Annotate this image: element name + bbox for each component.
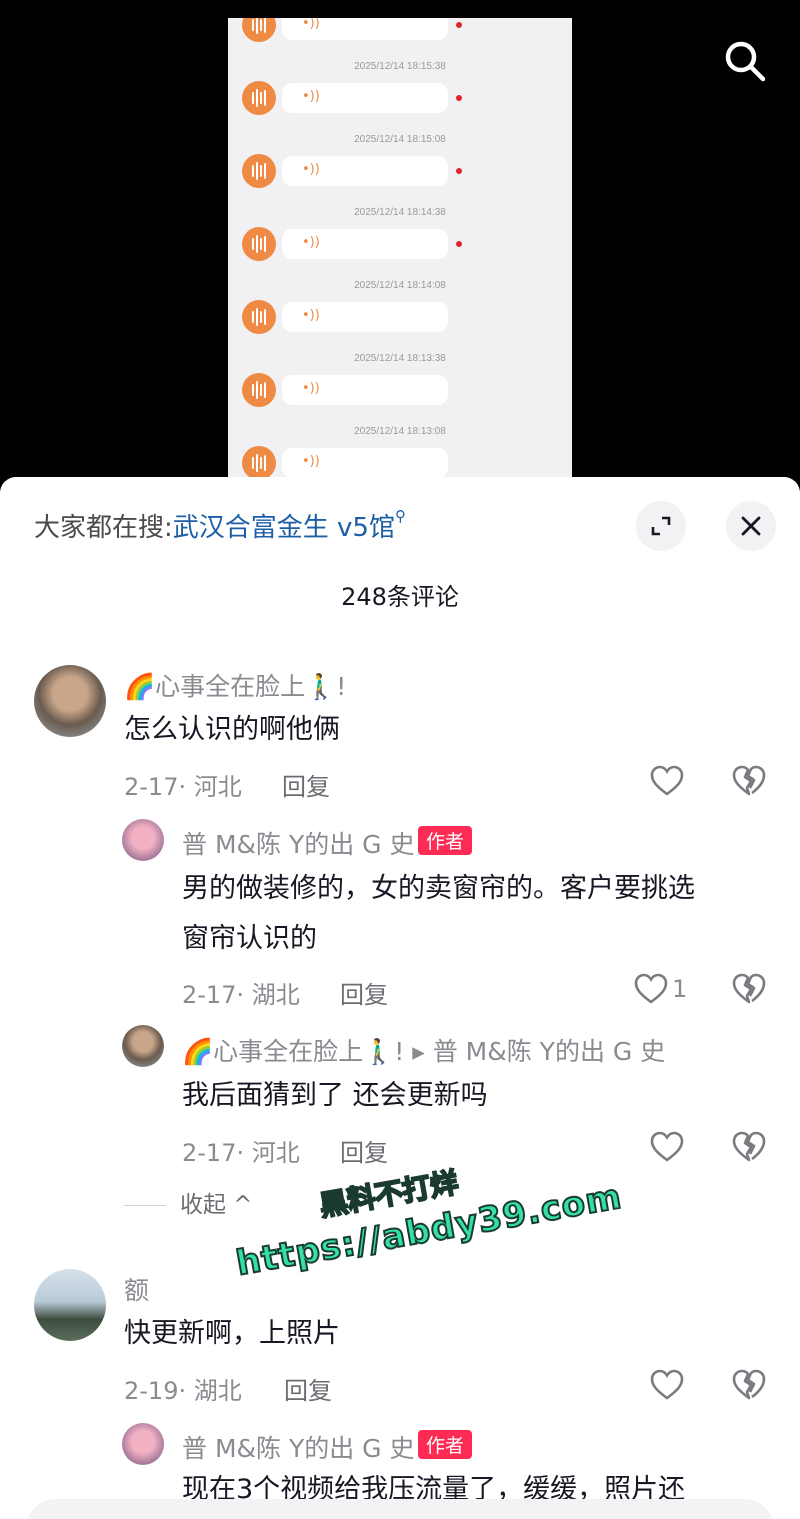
comment-date-location: 2-17· 河北 — [182, 1139, 300, 1167]
close-button[interactable] — [726, 501, 776, 551]
comment-text: 男的做装修的，女的卖窗帘的。客户要挑选 — [182, 873, 695, 904]
heart-icon[interactable] — [650, 1369, 684, 1401]
close-icon — [741, 516, 761, 536]
search-button[interactable] — [722, 38, 768, 84]
avatar[interactable] — [34, 1269, 106, 1341]
trending-keyword[interactable]: 武汉合富金生 v5馆 — [173, 513, 395, 543]
author-badge: 作者 — [418, 826, 473, 855]
search-icon — [725, 41, 766, 82]
heart-icon[interactable] — [650, 1131, 684, 1163]
message-timestamp: 2025/12/14 18:13:38 — [354, 353, 446, 364]
avatar[interactable] — [34, 665, 106, 737]
avatar[interactable] — [122, 819, 164, 861]
sound-wave-icon: •)) — [302, 235, 320, 250]
heart-icon[interactable] — [650, 765, 684, 797]
voice-avatar-icon — [242, 18, 276, 42]
voice-message: 2025/12/14 18:14:38 •)) — [228, 207, 572, 280]
comment-username[interactable]: 普 M&陈 Y的出 G 史 — [182, 825, 415, 861]
voice-avatar-icon — [242, 227, 276, 261]
voice-avatar-icon — [242, 373, 276, 407]
sound-wave-icon: •)) — [302, 18, 320, 31]
unread-dot — [456, 168, 462, 174]
message-timestamp: 2025/12/14 18:15:38 — [354, 61, 446, 72]
comment-username[interactable]: 普 M&陈 Y的出 G 史 — [182, 1429, 415, 1465]
unread-dot — [456, 95, 462, 101]
avatar[interactable] — [122, 1423, 164, 1465]
small-search-icon: ⚲ — [394, 507, 406, 525]
comment-username[interactable]: 额 — [124, 1271, 149, 1307]
comment-input-bar[interactable] — [26, 1499, 774, 1519]
broken-heart-icon[interactable] — [732, 1368, 766, 1402]
message-timestamp: 2025/12/14 18:14:38 — [354, 207, 446, 218]
heart-icon[interactable] — [634, 973, 668, 1005]
comment-text: 快更新啊，上照片 — [124, 1318, 340, 1349]
reply-button[interactable]: 回复 — [340, 1133, 388, 1168]
broken-heart-icon[interactable] — [732, 764, 766, 798]
voice-message: 2025/12/14 18:15:38 •)) — [228, 61, 572, 134]
voice-bubble: •)) — [282, 18, 448, 40]
voice-avatar-icon — [242, 300, 276, 334]
trending-search-bar[interactable]: 大家都在搜:武汉合富金生 v5馆⚲ — [34, 507, 406, 544]
sound-wave-icon: •)) — [302, 381, 320, 396]
voice-bubble: •)) — [282, 375, 448, 405]
voice-bubble: •)) — [282, 302, 448, 332]
voice-avatar-icon — [242, 446, 276, 480]
reply-button[interactable]: 回复 — [284, 1371, 332, 1406]
comment-panel: 大家都在搜:武汉合富金生 v5馆⚲ 248条评论 🌈心事全在脸上🚶‍♂️! 怎么… — [0, 477, 800, 1519]
comment-date-location: 2-17· 河北 — [124, 773, 242, 801]
trending-label: 大家都在搜: — [34, 513, 173, 543]
sound-wave-icon: •)) — [302, 308, 320, 323]
voice-avatar-icon — [242, 154, 276, 188]
like-count: 1 — [672, 975, 688, 1003]
message-timestamp: 2025/12/14 18:13:08 — [354, 426, 446, 437]
unread-dot — [456, 22, 462, 28]
voice-bubble: •)) — [282, 229, 448, 259]
expand-icon — [651, 516, 671, 536]
comment-text-continued: 窗帘认识的 — [182, 923, 317, 954]
voice-bubble: •)) — [282, 83, 448, 113]
comment-text: 怎么认识的啊他俩 — [124, 714, 340, 745]
broken-heart-icon[interactable] — [732, 972, 766, 1006]
comment-text: 我后面猜到了 还会更新吗 — [182, 1080, 488, 1111]
voice-message: 2025/12/14 18:15:08 •)) — [228, 134, 572, 207]
sound-wave-icon: •)) — [302, 162, 320, 177]
reply-button[interactable]: 回复 — [282, 767, 330, 802]
unread-dot — [456, 241, 462, 247]
chat-screenshot: •)) 2025/12/14 18:15:38 •)) 2025/12/14 1… — [228, 18, 572, 488]
voice-bubble: •)) — [282, 448, 448, 478]
reply-button[interactable]: 回复 — [340, 975, 388, 1010]
voice-message: 2025/12/14 18:14:08 •)) — [228, 280, 572, 353]
comment-username[interactable]: 🌈心事全在脸上🚶‍♂️! — [124, 667, 346, 703]
voice-message: •)) — [228, 18, 572, 61]
broken-heart-icon[interactable] — [732, 1130, 766, 1164]
sound-wave-icon: •)) — [302, 454, 320, 469]
comment-date-location: 2-17· 湖北 — [182, 981, 300, 1009]
message-timestamp: 2025/12/14 18:14:08 — [354, 280, 446, 291]
voice-bubble: •)) — [282, 156, 448, 186]
comment-count: 248条评论 — [341, 583, 459, 611]
video-area[interactable]: •)) 2025/12/14 18:15:38 •)) 2025/12/14 1… — [0, 0, 800, 500]
divider — [124, 1205, 166, 1206]
collapse-label: 收起 ^ — [180, 1192, 253, 1218]
message-timestamp: 2025/12/14 18:15:08 — [354, 134, 446, 145]
sound-wave-icon: •)) — [302, 89, 320, 104]
author-badge: 作者 — [418, 1430, 473, 1459]
comment-username[interactable]: 🌈心事全在脸上🚶‍♂️! ▸ 普 M&陈 Y的出 G 史 — [182, 1032, 665, 1068]
expand-button[interactable] — [636, 501, 686, 551]
comment-date-location: 2-19· 湖北 — [124, 1377, 242, 1405]
avatar[interactable] — [122, 1025, 164, 1067]
collapse-replies-button[interactable]: 收起 ^ — [124, 1185, 253, 1219]
voice-message: 2025/12/14 18:13:38 •)) — [228, 353, 572, 426]
voice-avatar-icon — [242, 81, 276, 115]
